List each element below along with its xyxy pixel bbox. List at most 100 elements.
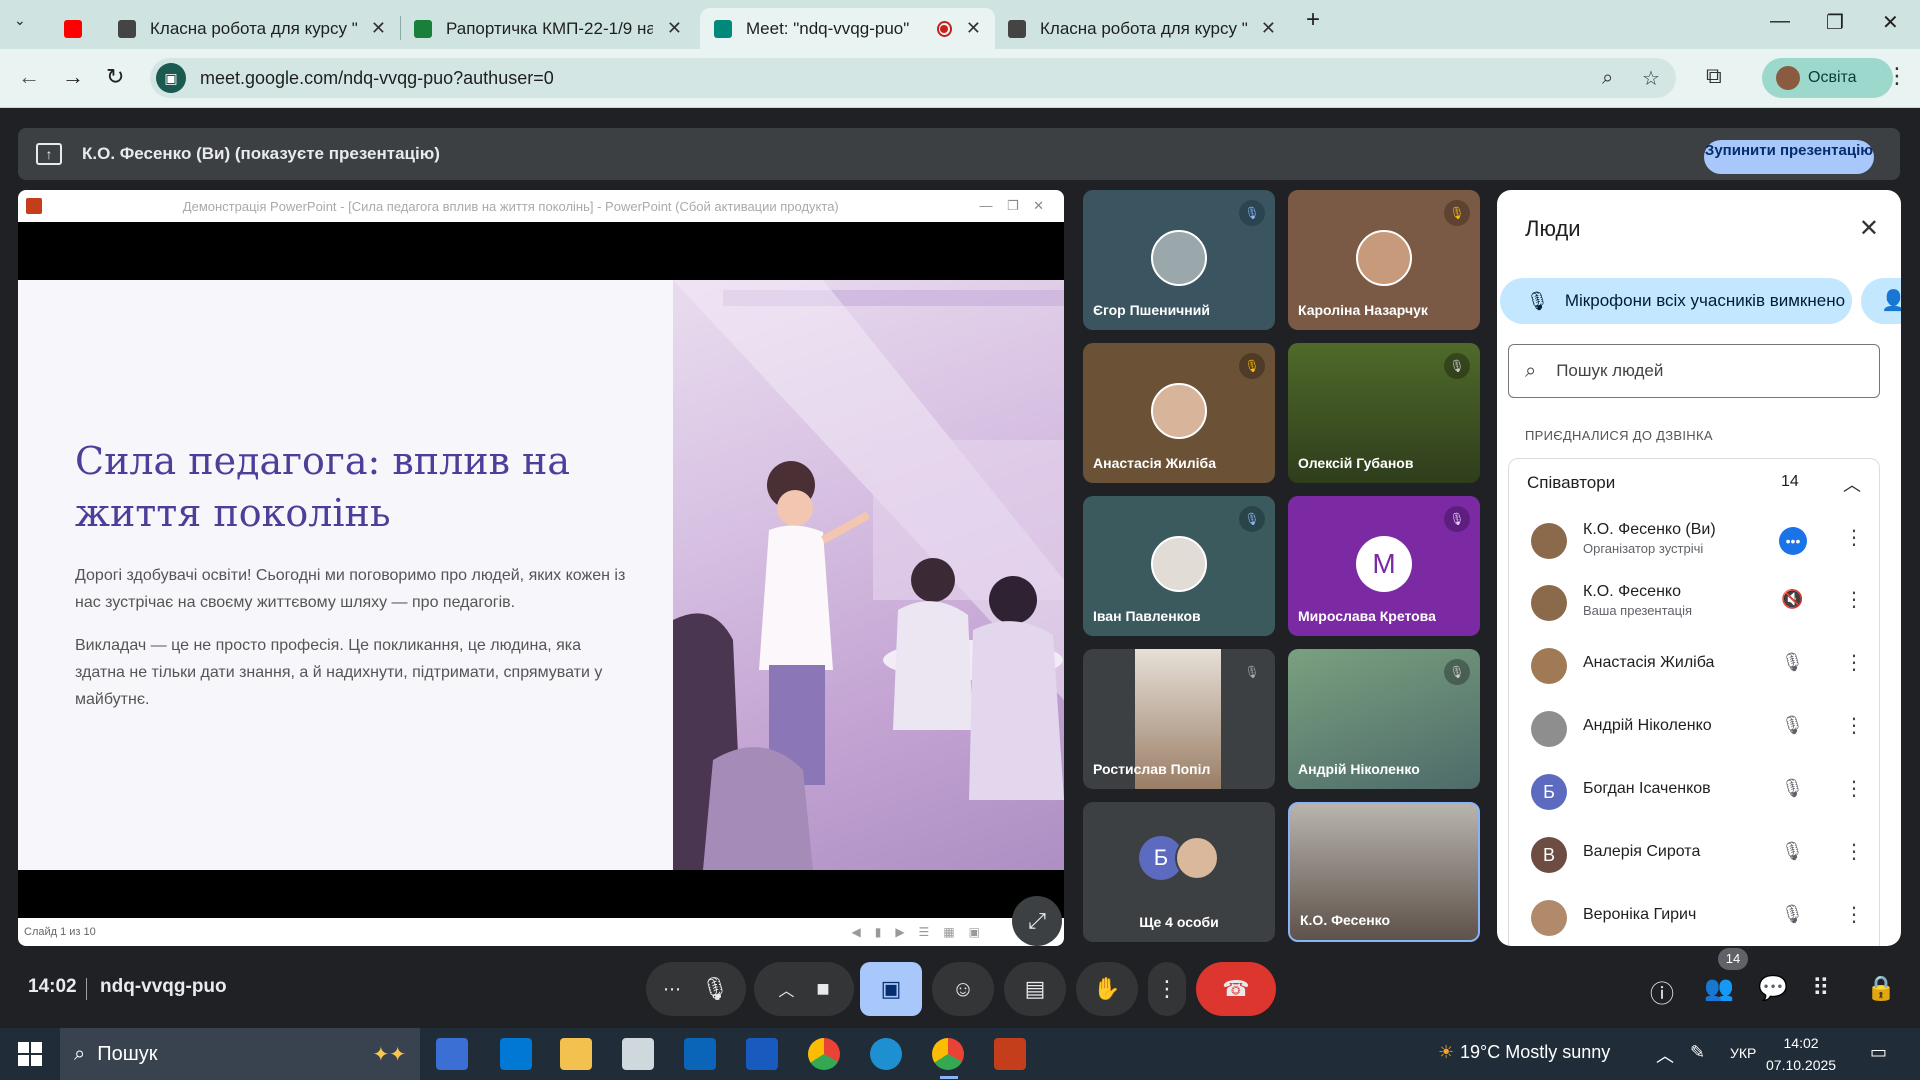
store-icon[interactable] [500, 1038, 532, 1070]
more-options-button[interactable]: ⋮ [1148, 962, 1186, 1016]
taskbar-search[interactable]: ⌕ Пошук ✦✦ [60, 1028, 420, 1080]
more-options-icon[interactable]: ⋮ [1844, 776, 1864, 801]
list-item[interactable]: К.О. Фесенко Ваша презентація 🔇 ⋮ [1509, 573, 1879, 629]
meeting-info-icon[interactable]: ⓘ [1650, 974, 1674, 1009]
new-tab-icon[interactable]: + [1306, 6, 1320, 34]
media-player-icon[interactable] [436, 1038, 468, 1070]
add-person-icon: 👤 [1881, 290, 1901, 312]
participant-tile[interactable]: 🎙 Ростислав Попіл [1083, 649, 1275, 789]
tab-close-icon[interactable]: ✕ [1261, 18, 1276, 39]
participant-tile[interactable]: 🎙 Олексій Губанов [1288, 343, 1480, 483]
search-placeholder: Пошук людей [1556, 361, 1664, 380]
meet-control-bar: 14:02 ndq-vvqg-puo ⋯ 🎙 ︿ ■ ▣ ☺ ▤ ✋ ⋮ ☎ ⓘ… [0, 948, 1920, 1028]
reload-icon[interactable]: ↻ [106, 64, 124, 90]
site-info-icon[interactable]: ▣ [156, 63, 186, 93]
tray-chevron-icon[interactable]: ︿ [1656, 1042, 1674, 1068]
tab-sheets[interactable]: Рапортичка КМП-22-1/9 на 1- ✕ [400, 8, 696, 49]
participant-name: Олексій Губанов [1298, 455, 1414, 471]
back-icon[interactable]: ← [18, 64, 40, 90]
maximize-icon[interactable]: ❐ [1826, 10, 1844, 35]
file-explorer-icon[interactable] [560, 1038, 592, 1070]
list-item[interactable]: Вероніка Гирич 🎙 ⋮ [1509, 888, 1879, 944]
more-participants-label: Ще 4 особи [1139, 914, 1219, 930]
more-options-icon[interactable]: ⋮ [1844, 650, 1864, 675]
pen-icon[interactable]: ✎ [1690, 1042, 1705, 1063]
outlook-icon[interactable] [684, 1038, 716, 1070]
person-name: Андрій Ніколенко [1583, 717, 1712, 734]
slide-paragraph-1: Дорогі здобувачі освіти! Сьогодні ми пог… [75, 567, 626, 611]
camera-icon[interactable]: ■ [816, 976, 829, 1002]
self-view-tile[interactable]: К.О. Фесенко [1288, 802, 1480, 942]
avatar [1175, 836, 1219, 880]
chevron-up-icon[interactable]: ︿ [778, 977, 794, 1001]
participant-tile[interactable]: 🎙 Кароліна Назарчук [1288, 190, 1480, 330]
participant-tile[interactable]: 🎙 Єгор Пшеничний [1083, 190, 1275, 330]
chrome-icon[interactable] [808, 1038, 840, 1070]
language-indicator[interactable]: УКР [1730, 1045, 1756, 1061]
omnibox[interactable]: ▣ meet.google.com/ndq-vvqg-puo?authuser=… [150, 58, 1676, 98]
more-options-icon[interactable]: ⋮ [1844, 587, 1864, 612]
raise-hand-button[interactable]: ✋ [1076, 962, 1138, 1016]
search-icon: ⌕ [74, 1042, 86, 1065]
mic-off-icon: 🎙 [1526, 290, 1549, 311]
fullscreen-expand-button[interactable]: ⤢ [1012, 896, 1062, 946]
close-window-icon[interactable]: ✕ [1882, 10, 1899, 35]
chrome-icon[interactable] [932, 1038, 964, 1070]
activities-icon[interactable]: ⠿ [1812, 974, 1830, 1003]
people-icon[interactable]: 👥 [1704, 974, 1734, 1003]
leave-call-button[interactable]: ☎ [1196, 962, 1276, 1016]
tab-youtube[interactable] [50, 8, 102, 49]
taskbar-time: 14:02 [1783, 1035, 1819, 1051]
taskbar-clock[interactable]: 14:02 07.10.2025 [1766, 1032, 1836, 1076]
audio-options-icon[interactable]: ⋯ [663, 979, 681, 1000]
more-options-icon[interactable]: ⋮ [1844, 839, 1864, 864]
extensions-icon[interactable]: ⧉ [1706, 63, 1722, 89]
list-item[interactable]: В Валерія Сирота 🎙 ⋮ [1509, 825, 1879, 881]
more-options-icon[interactable]: ⋮ [1844, 525, 1864, 550]
minimize-icon[interactable]: — [1770, 10, 1790, 33]
bookmark-star-icon[interactable]: ☆ [1642, 66, 1660, 91]
zoom-icon[interactable]: ⌕ [1602, 67, 1613, 90]
stop-presenting-button[interactable]: Зупинити презентацію [1704, 140, 1874, 174]
captions-button[interactable]: ▤ [1004, 962, 1066, 1016]
powerpoint-icon[interactable] [994, 1038, 1026, 1070]
browser-menu-icon[interactable]: ⋮ [1886, 63, 1908, 89]
tab-classroom-1[interactable]: Класна робота для курсу "КМП ✕ [104, 8, 400, 49]
forward-icon[interactable]: → [62, 64, 84, 90]
more-options-icon[interactable]: ⋮ [1844, 902, 1864, 927]
present-button[interactable]: ▣ [860, 962, 922, 1016]
start-icon[interactable] [18, 1042, 42, 1066]
participant-tile[interactable]: 🎙 Анастасія Жиліба [1083, 343, 1275, 483]
edge-icon[interactable] [870, 1038, 902, 1070]
word-icon[interactable] [746, 1038, 778, 1070]
list-item[interactable]: Б Богдан Ісаченков 🎙 ⋮ [1509, 762, 1879, 818]
participant-tile[interactable]: 🎙 Андрій Ніколенко [1288, 649, 1480, 789]
reactions-button[interactable]: ☺ [932, 962, 994, 1016]
more-participants-tile[interactable]: Б Ще 4 особи [1083, 802, 1275, 942]
close-panel-icon[interactable]: ✕ [1859, 214, 1879, 243]
tab-classroom-2[interactable]: Класна робота для курсу "Пед ✕ [994, 8, 1290, 49]
list-item[interactable]: К.О. Фесенко (Ви) Організатор зустрічі •… [1509, 511, 1879, 567]
host-controls-icon[interactable]: 🔒 [1866, 974, 1896, 1003]
app-icon[interactable] [622, 1038, 654, 1070]
list-item[interactable]: Анастасія Жиліба 🎙 ⋮ [1509, 636, 1879, 692]
participant-tile[interactable]: 🎙 Іван Павленков [1083, 496, 1275, 636]
mic-icon[interactable]: 🎙 [701, 976, 729, 1002]
more-options-icon[interactable]: ⋮ [1844, 713, 1864, 738]
weather-text[interactable]: 19°C Mostly sunny [1460, 1042, 1610, 1063]
person-name: К.О. Фесенко (Ви) [1583, 521, 1716, 538]
list-item[interactable]: Андрій Ніколенко 🎙 ⋮ [1509, 699, 1879, 755]
profile-button[interactable]: Освіта [1762, 58, 1893, 98]
tab-search-icon[interactable]: ⌄ [14, 12, 26, 29]
tab-close-icon[interactable]: ✕ [371, 18, 386, 39]
tab-meet[interactable]: Meet: "ndq-vvqg-puo" ✕ [700, 8, 995, 49]
people-search-input[interactable]: ⌕ Пошук людей [1508, 344, 1880, 398]
collapse-chevron-icon[interactable]: ︿ [1843, 471, 1861, 497]
participant-tile[interactable]: М 🎙 Мирослава Кретова [1288, 496, 1480, 636]
tab-close-icon[interactable]: ✕ [667, 18, 682, 39]
notifications-icon[interactable]: ▭ [1870, 1042, 1887, 1063]
tab-close-icon[interactable]: ✕ [966, 18, 981, 39]
chat-icon[interactable]: 💬 [1758, 974, 1788, 1003]
mute-all-status[interactable]: 🎙 Мікрофони всіх учасників вимкнено [1500, 278, 1852, 324]
add-people-button[interactable]: 👤 [1861, 278, 1901, 324]
